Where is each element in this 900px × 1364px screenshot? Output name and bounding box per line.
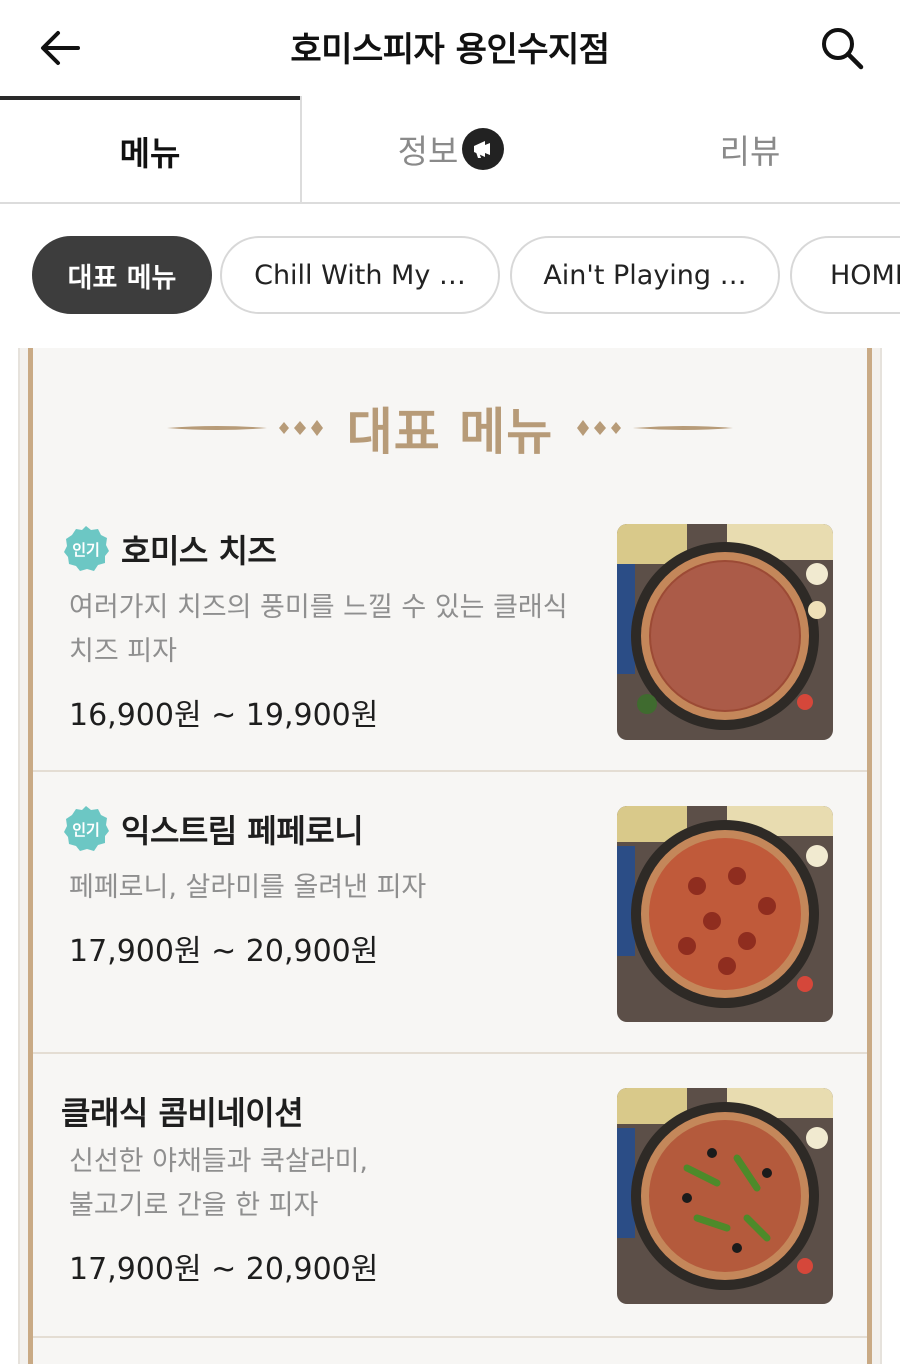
app-header: 호미스피자 용인수지점 (0, 0, 900, 96)
menu-item-price: 16,900원 ~ 19,900원 (69, 698, 379, 733)
chip-signature-menu[interactable]: 대표 메뉴 (32, 236, 212, 314)
menu-panel-frame: 대표 메뉴 인기 호미스 치즈 여러가지 치즈의 풍미를 느낄 수 있는 클래식… (28, 348, 872, 1364)
menu-item-name-row: 클래식 콤비네이션 (61, 1088, 304, 1134)
tab-menu[interactable]: 메뉴 (0, 96, 300, 202)
ornament-left-icon (166, 420, 323, 436)
menu-item-name-row: 인기 호미스 치즈 (61, 524, 277, 574)
category-chip-bar: 대표 메뉴 Chill With My … Ain't Playing … HO… (0, 236, 900, 316)
menu-item-name-row: 인기 익스트림 페페로니 (61, 804, 364, 854)
description-line: 페페로니, 살라미를 올려낸 피자 (69, 872, 427, 903)
description-line: 여러가지 치즈의 풍미를 느낄 수 있는 클래식 (69, 592, 568, 623)
chip-aint-playing[interactable]: Ain't Playing … (510, 236, 780, 314)
arrow-left-icon (41, 31, 80, 65)
menu-item-name: 호미스 치즈 (121, 532, 277, 570)
tab-menu-label: 메뉴 (119, 134, 181, 173)
tab-review[interactable]: 리뷰 (600, 96, 900, 202)
chip-homi[interactable]: HOMI (790, 236, 900, 314)
menu-item-price: 17,900원 ~ 20,900원 (69, 1252, 379, 1287)
popular-badge-icon: 인기 (64, 526, 109, 571)
menu-item[interactable]: 인기 익스트림 페페로니 페페로니, 살라미를 올려낸 피자 17,900원 ~… (33, 772, 867, 1054)
menu-item-description: 신선한 야채들과 쿡살라미, 불고기로 간을 한 피자 (69, 1140, 589, 1228)
megaphone-icon (462, 128, 505, 170)
chip-chill-with-my[interactable]: Chill With My … (220, 236, 500, 314)
tab-info-label: 정보 (397, 132, 459, 171)
menu-item[interactable]: 클래식 콤비네이션 신선한 야채들과 쿡살라미, 불고기로 간을 한 피자 17… (33, 1054, 867, 1338)
svg-text:인기: 인기 (72, 541, 100, 559)
search-button[interactable] (812, 20, 872, 76)
menu-item-photo[interactable] (617, 806, 833, 1022)
description-line: 불고기로 간을 한 피자 (69, 1190, 319, 1221)
section-title: 대표 메뉴 (346, 403, 554, 461)
section-header: 대표 메뉴 (33, 396, 867, 461)
svg-text:인기: 인기 (72, 821, 100, 839)
tab-review-label: 리뷰 (719, 132, 781, 171)
menu-item-price: 17,900원 ~ 20,900원 (69, 934, 379, 969)
menu-item-photo[interactable] (617, 524, 833, 740)
menu-item-description: 여러가지 치즈의 풍미를 느낄 수 있는 클래식 치즈 피자 (69, 586, 589, 674)
menu-panel: 대표 메뉴 인기 호미스 치즈 여러가지 치즈의 풍미를 느낄 수 있는 클래식… (18, 348, 882, 1364)
menu-item-name: 익스트림 페페로니 (121, 812, 364, 850)
menu-item[interactable]: 인기 호미스 치즈 여러가지 치즈의 풍미를 느낄 수 있는 클래식 치즈 피자… (33, 500, 867, 772)
menu-item-name: 클래식 콤비네이션 (61, 1094, 304, 1132)
search-icon (822, 28, 864, 70)
menu-item-photo[interactable] (617, 1088, 833, 1304)
back-button[interactable] (30, 20, 90, 76)
description-line: 치즈 피자 (69, 636, 177, 667)
menu-item-description: 페페로니, 살라미를 올려낸 피자 (69, 866, 589, 910)
popular-badge-icon: 인기 (64, 806, 109, 851)
page-title: 호미스피자 용인수지점 (290, 30, 610, 70)
description-line: 신선한 야채들과 쿡살라미, (69, 1146, 368, 1177)
tab-bar: 메뉴 정보 리뷰 (0, 96, 900, 204)
ornament-right-icon (577, 420, 734, 436)
tab-info[interactable]: 정보 (300, 96, 600, 202)
